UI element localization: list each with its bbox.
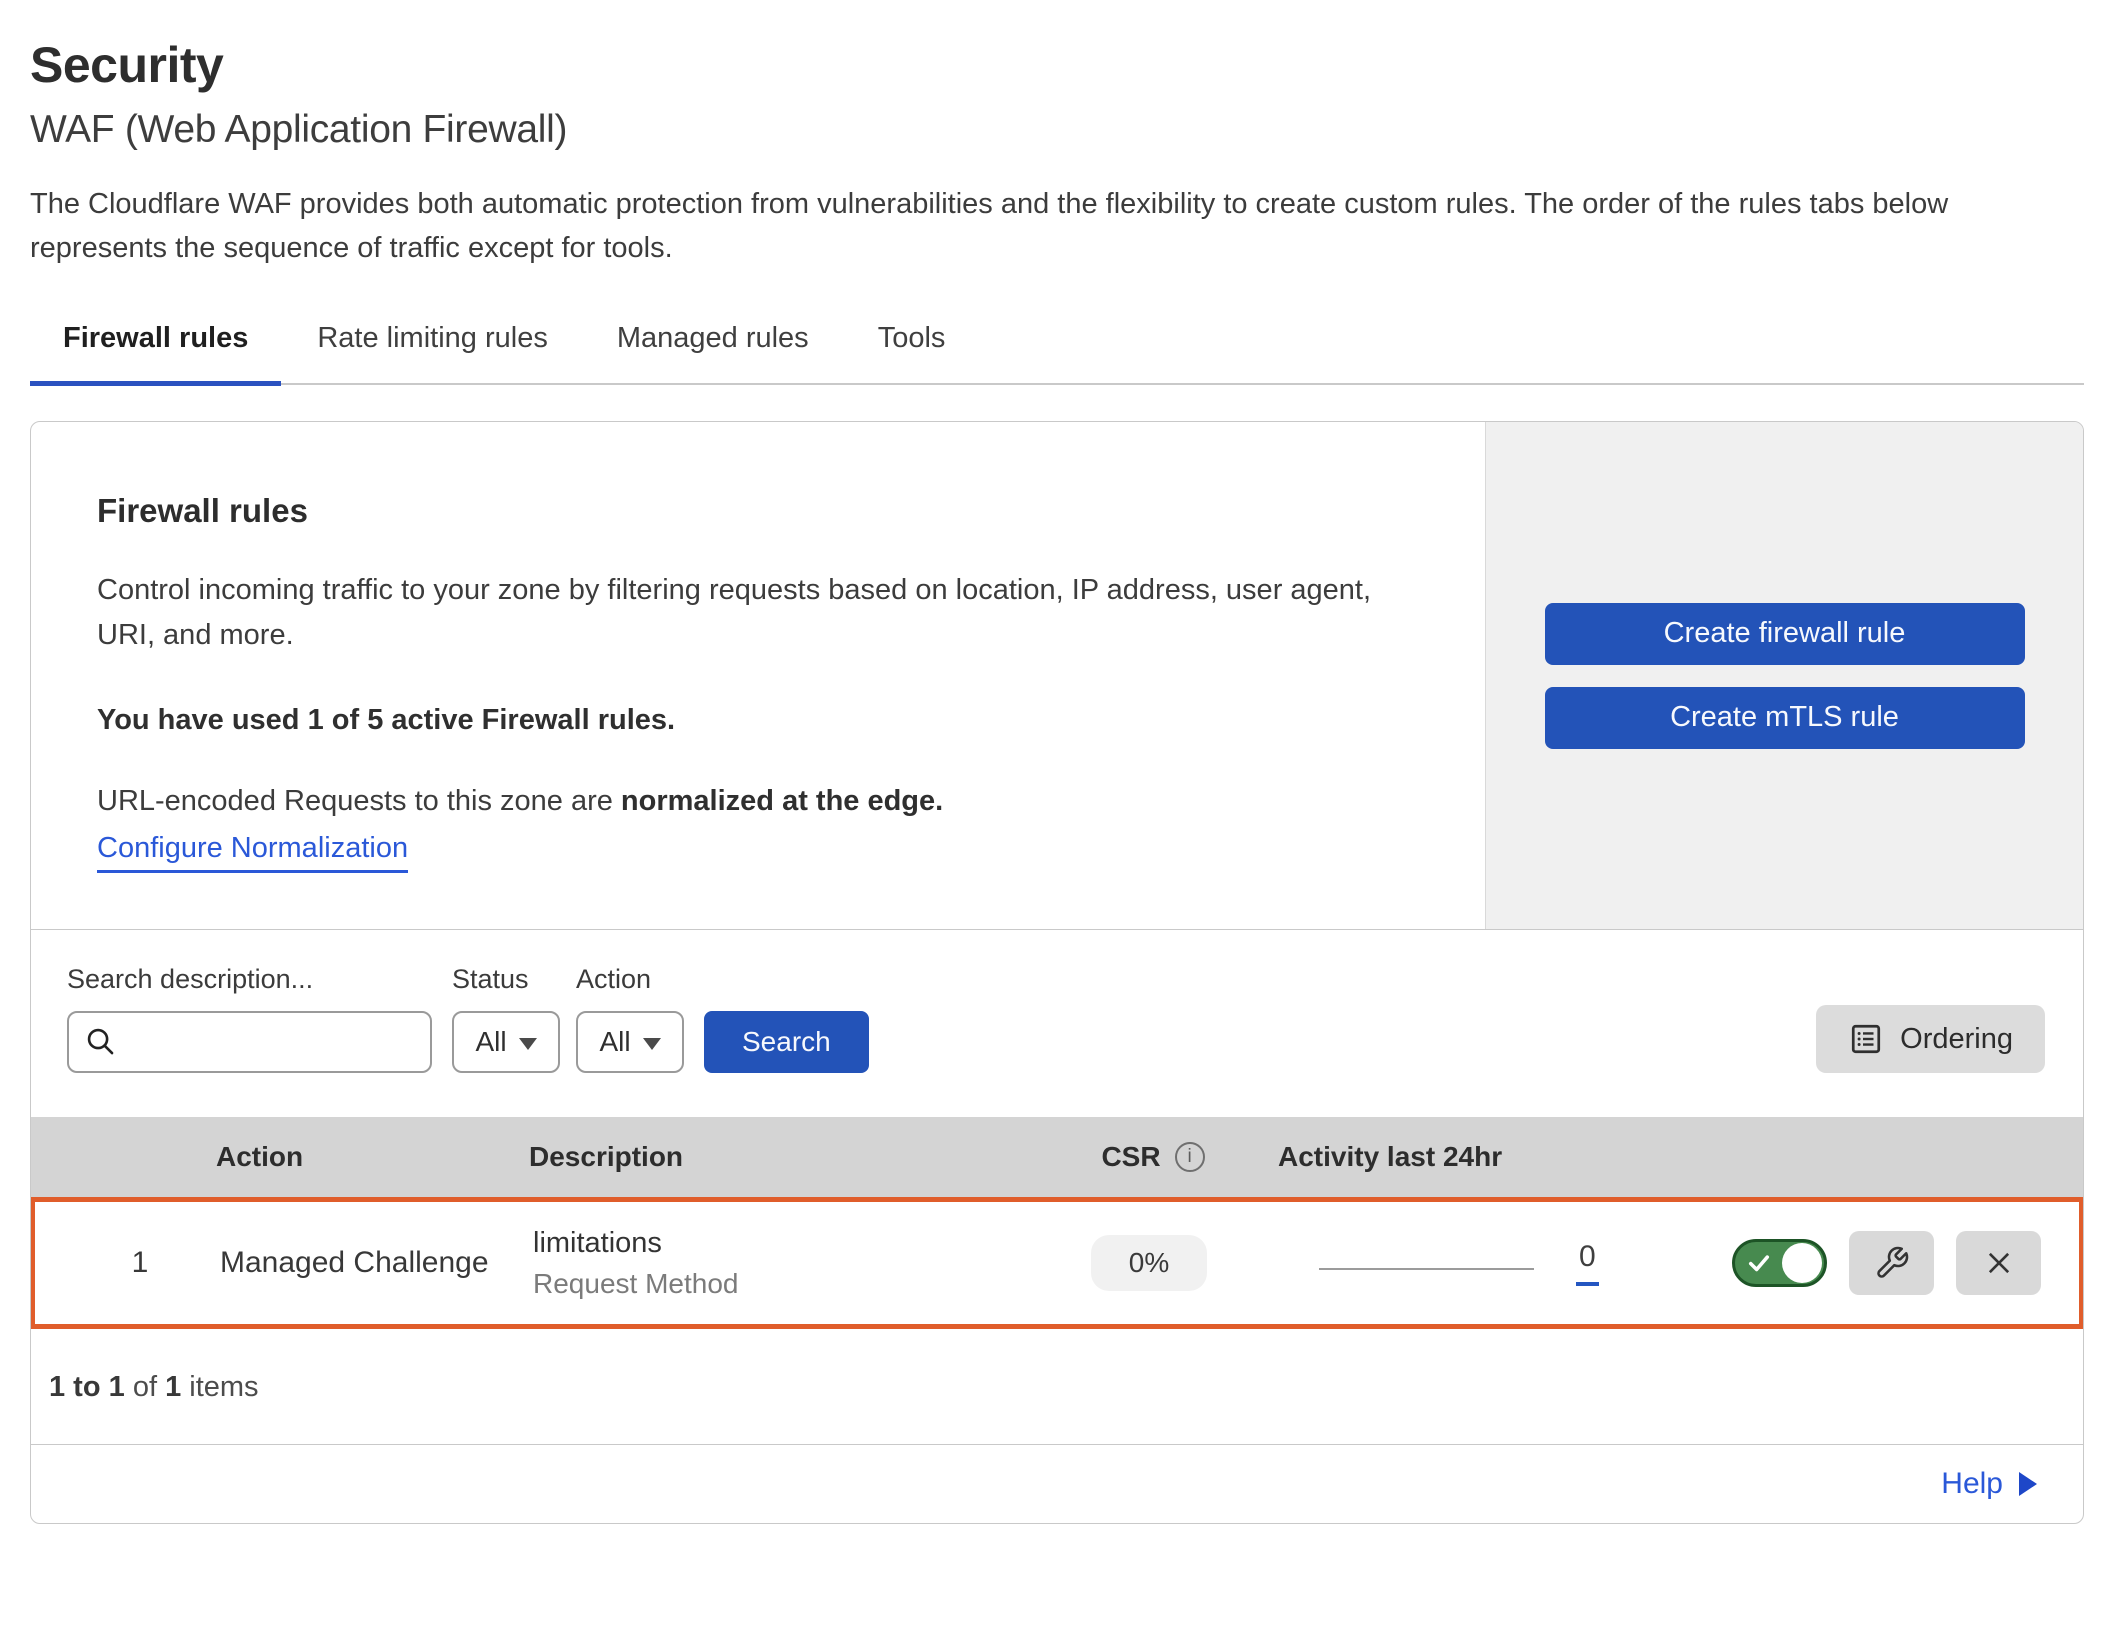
tab-rate-limiting-rules[interactable]: Rate limiting rules bbox=[284, 322, 580, 386]
wrench-icon bbox=[1874, 1245, 1910, 1281]
search-box bbox=[67, 1011, 432, 1073]
create-mtls-rule-button[interactable]: Create mTLS rule bbox=[1545, 687, 2025, 749]
tab-firewall-rules[interactable]: Firewall rules bbox=[30, 322, 281, 386]
rule-action: Managed Challenge bbox=[220, 1246, 533, 1280]
usage-note: You have used 1 of 5 active Firewall rul… bbox=[97, 704, 1425, 737]
create-firewall-rule-button[interactable]: Create firewall rule bbox=[1545, 603, 2025, 665]
normalization-note: URL-encoded Requests to this zone are no… bbox=[97, 785, 1425, 818]
filter-bar: Search description... Status All Action bbox=[31, 930, 2083, 1117]
activity-count-link[interactable]: 0 bbox=[1576, 1240, 1599, 1286]
summary-range: 1 to 1 bbox=[49, 1371, 125, 1403]
chevron-down-icon bbox=[519, 1038, 537, 1050]
normalization-text: URL-encoded Requests to this zone are bbox=[97, 785, 621, 817]
help-arrow-icon bbox=[2019, 1472, 2037, 1496]
status-select[interactable]: All bbox=[452, 1011, 560, 1073]
toggle-knob bbox=[1782, 1243, 1822, 1283]
actions-panel: Create firewall rule Create mTLS rule bbox=[1485, 422, 2083, 929]
pagination-summary: 1 to 1 of 1 items bbox=[31, 1329, 2083, 1444]
page-subtitle: WAF (Web Application Firewall) bbox=[30, 108, 2084, 152]
page-description: The Cloudflare WAF provides both automat… bbox=[30, 182, 2084, 270]
close-icon bbox=[1982, 1246, 2016, 1280]
header-action: Action bbox=[216, 1141, 529, 1173]
firewall-rules-card: Firewall rules Control incoming traffic … bbox=[30, 421, 2084, 1524]
header-csr: CSR bbox=[1028, 1141, 1278, 1173]
overview-text: Firewall rules Control incoming traffic … bbox=[31, 422, 1485, 929]
search-icon bbox=[85, 1026, 117, 1058]
search-input[interactable] bbox=[117, 1015, 475, 1069]
help-link[interactable]: Help bbox=[1941, 1467, 2003, 1501]
action-select[interactable]: All bbox=[576, 1011, 684, 1073]
table-header: Action Description CSR Activity last 24h… bbox=[31, 1117, 2083, 1197]
page-title: Security bbox=[30, 36, 2084, 94]
ordering-button[interactable]: Ordering bbox=[1816, 1005, 2045, 1073]
rule-controls bbox=[1619, 1231, 2079, 1295]
tab-managed-rules[interactable]: Managed rules bbox=[584, 322, 842, 386]
csr-badge: 0% bbox=[1091, 1235, 1207, 1291]
chevron-down-icon bbox=[643, 1038, 661, 1050]
overview-section: Firewall rules Control incoming traffic … bbox=[31, 422, 2083, 930]
search-filter-group: Search description... bbox=[67, 964, 432, 1073]
summary-count: 1 bbox=[165, 1371, 181, 1403]
activity-sparkline bbox=[1319, 1268, 1534, 1270]
table-row[interactable]: 1 Managed Challenge limitations Request … bbox=[35, 1202, 2079, 1324]
rule-description-cell: limitations Request Method bbox=[533, 1227, 1024, 1300]
overview-description: Control incoming traffic to your zone by… bbox=[97, 568, 1425, 658]
search-label: Search description... bbox=[67, 964, 432, 995]
status-select-value: All bbox=[475, 1026, 506, 1058]
search-button[interactable]: Search bbox=[704, 1011, 869, 1073]
rule-activity-cell: 0 bbox=[1274, 1240, 1619, 1286]
header-csr-label: CSR bbox=[1101, 1141, 1160, 1173]
rule-enabled-toggle[interactable] bbox=[1732, 1239, 1827, 1287]
action-filter-group: Action All bbox=[576, 964, 684, 1073]
summary-items: items bbox=[189, 1371, 258, 1403]
edit-rule-button[interactable] bbox=[1849, 1231, 1934, 1295]
overview-heading: Firewall rules bbox=[97, 492, 1425, 530]
ordering-button-label: Ordering bbox=[1900, 1023, 2013, 1056]
status-filter-group: Status All bbox=[452, 964, 560, 1073]
highlighted-rule-row: 1 Managed Challenge limitations Request … bbox=[30, 1197, 2084, 1329]
rule-description: limitations bbox=[533, 1227, 1024, 1260]
delete-rule-button[interactable] bbox=[1956, 1231, 2041, 1295]
info-icon[interactable] bbox=[1175, 1142, 1205, 1172]
rule-description-sub: Request Method bbox=[533, 1268, 1024, 1300]
normalization-bold: normalized at the edge. bbox=[621, 785, 943, 817]
summary-of: of bbox=[133, 1371, 157, 1403]
waf-page: Security WAF (Web Application Firewall) … bbox=[0, 0, 2114, 1638]
check-icon bbox=[1746, 1250, 1772, 1276]
ordering-list-icon bbox=[1848, 1021, 1884, 1057]
help-row: Help bbox=[31, 1444, 2083, 1523]
header-description: Description bbox=[529, 1141, 1028, 1173]
header-activity: Activity last 24hr bbox=[1278, 1141, 1623, 1173]
status-label: Status bbox=[452, 964, 560, 995]
tab-tools[interactable]: Tools bbox=[845, 322, 979, 386]
rule-priority: 1 bbox=[35, 1246, 220, 1280]
tab-bar: Firewall rules Rate limiting rules Manag… bbox=[30, 322, 2084, 385]
configure-normalization-link[interactable]: Configure Normalization bbox=[97, 832, 408, 873]
action-label: Action bbox=[576, 964, 684, 995]
action-select-value: All bbox=[599, 1026, 630, 1058]
rule-csr-cell: 0% bbox=[1024, 1235, 1274, 1291]
